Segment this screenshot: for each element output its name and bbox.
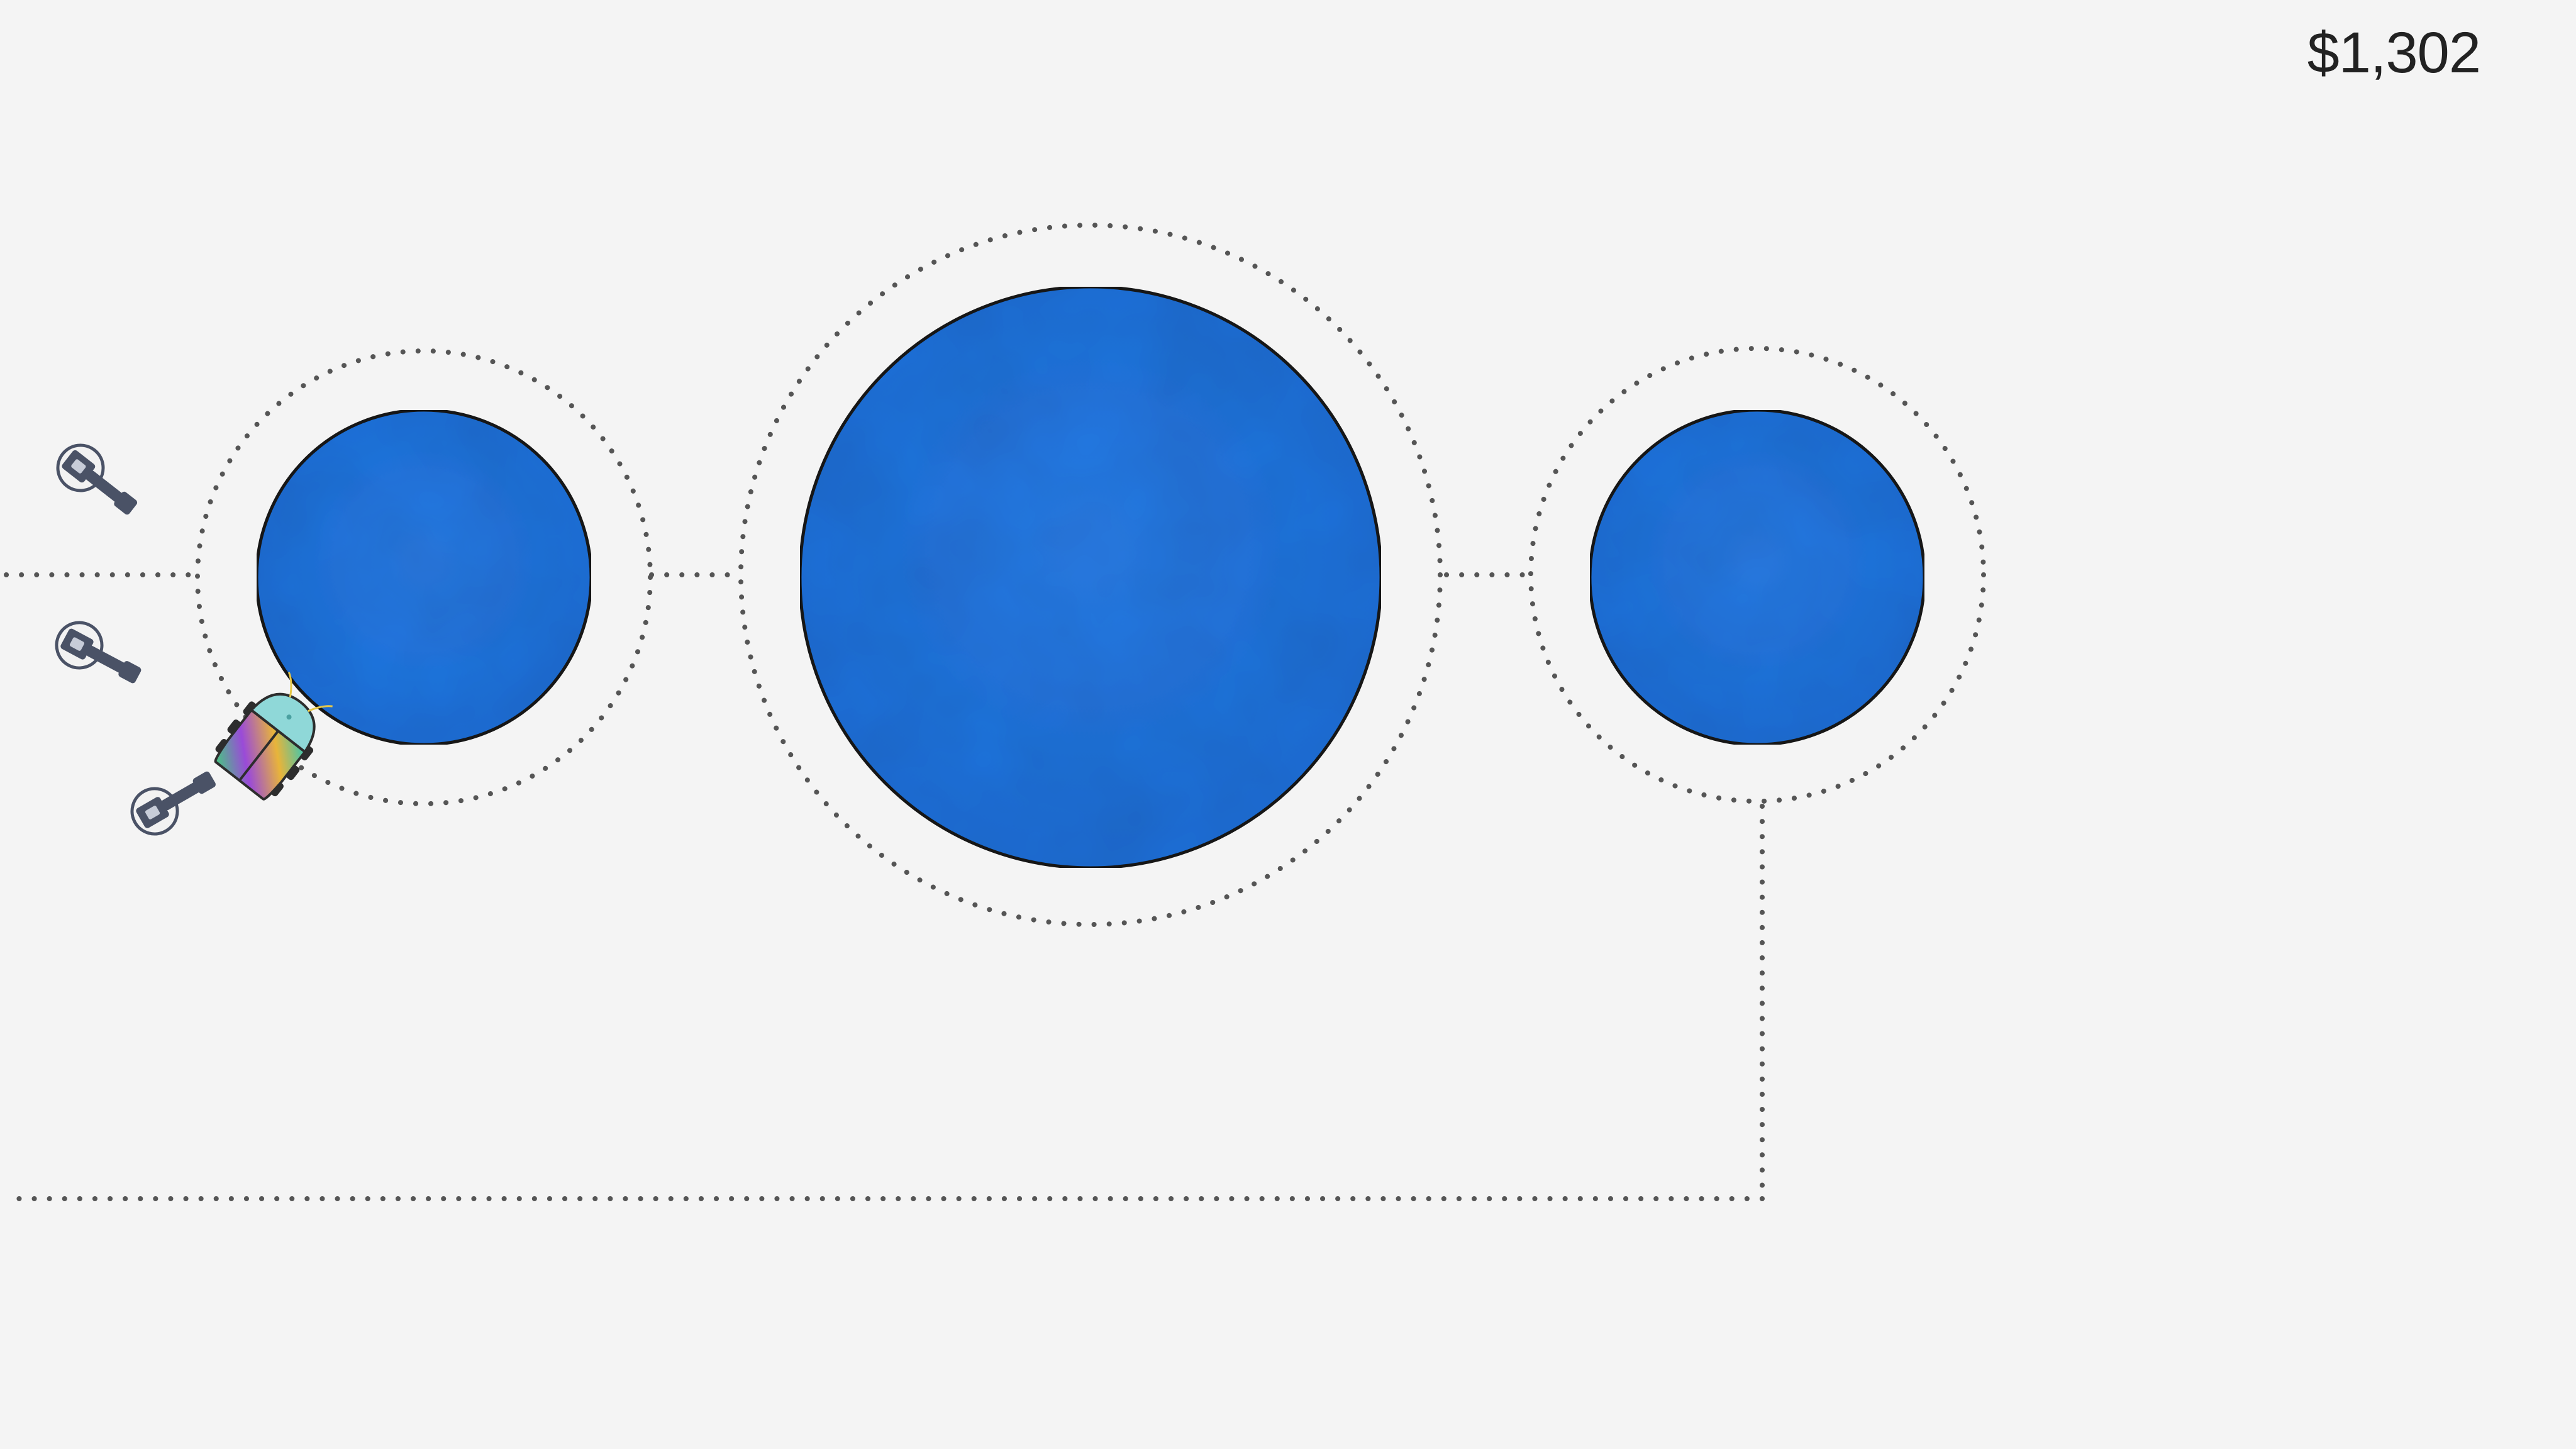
pond-3-water[interactable] bbox=[1588, 408, 1926, 747]
money-counter: $1,302 bbox=[2307, 21, 2481, 85]
pond-2-water[interactable] bbox=[798, 285, 1383, 870]
pond-1-water[interactable] bbox=[255, 408, 593, 747]
game-board[interactable] bbox=[0, 0, 2576, 1449]
pond-3[interactable] bbox=[1528, 346, 1986, 804]
pond-2[interactable] bbox=[738, 223, 1443, 927]
gun-turret-icon[interactable] bbox=[48, 436, 147, 526]
gun-turret-icon[interactable] bbox=[124, 758, 224, 842]
gun-turret-icon[interactable] bbox=[48, 614, 148, 696]
